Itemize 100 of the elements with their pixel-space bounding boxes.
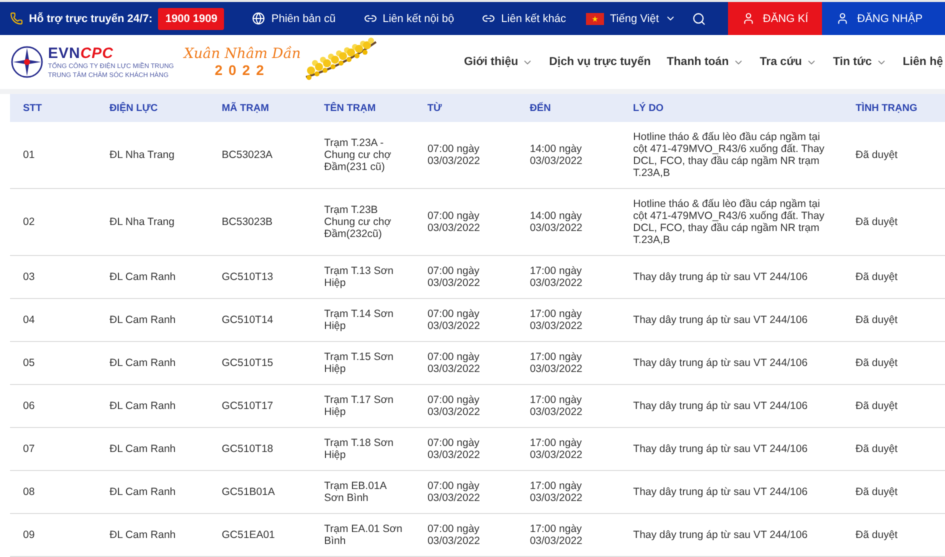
table-cell: 07:00 ngày 03/03/2022: [427, 265, 480, 289]
column-header: ĐIỆN LỰC: [109, 102, 158, 114]
column-header: LÝ DO: [633, 102, 664, 114]
top-link[interactable]: Phiên bản cũ: [252, 12, 336, 25]
table-cell: Thay dây trung áp từ sau VT 244/106: [633, 357, 808, 369]
table-cell: Thay dây trung áp từ sau VT 244/106: [633, 400, 808, 412]
table-cell: Đã duyệt: [856, 216, 898, 228]
table-cell: 17:00 ngày 03/03/2022: [530, 265, 582, 289]
column-header: TÊN TRẠM: [324, 102, 376, 114]
brand-name: EVNCPC: [48, 44, 115, 62]
table-cell: Đã duyệt: [856, 149, 898, 161]
table-cell: Thay dây trung áp từ sau VT 244/106: [633, 271, 808, 283]
table-cell: 04: [23, 314, 35, 326]
table-cell: ĐL Nha Trang: [109, 216, 174, 228]
nav-item[interactable]: Giới thiệu: [464, 56, 534, 68]
table-cell: 17:00 ngày 03/03/2022: [530, 351, 582, 375]
year-text: 2022: [214, 62, 270, 78]
table-cell: Thay dây trung áp từ sau VT 244/106: [633, 486, 808, 498]
table-cell: Đã duyệt: [856, 357, 898, 369]
table-cell: GC510T18: [222, 443, 274, 455]
nav-item[interactable]: Tin tức: [832, 56, 887, 68]
table-cell: Trạm T.17 Sơn Hiệp: [324, 394, 394, 418]
table-cell: ĐL Cam Ranh: [109, 400, 176, 412]
phone-icon: [10, 12, 23, 25]
globe-icon: [252, 12, 266, 25]
table-cell: 07:00 ngày 03/03/2022: [427, 523, 480, 547]
column-header: TÌNH TRẠNG: [856, 102, 918, 114]
column-header: TỪ: [427, 102, 442, 114]
table-cell: 07: [23, 443, 35, 455]
flag-icon: [586, 12, 604, 24]
table-cell: Đã duyệt: [856, 400, 898, 412]
top-link[interactable]: Liên kết nội bộ: [364, 12, 454, 25]
table-cell: 17:00 ngày 03/03/2022: [530, 437, 582, 461]
table-cell: GC510T13: [222, 271, 274, 283]
table-cell: 07:00 ngày 03/03/2022: [427, 351, 480, 375]
table-cell: GC51EA01: [222, 529, 275, 541]
logo-icon: [10, 45, 44, 80]
table-cell: 17:00 ngày 03/03/2022: [530, 480, 582, 504]
table-cell: Trạm T.14 Sơn Hiệp: [324, 308, 394, 332]
language-selector[interactable]: Tiếng Việt: [586, 12, 676, 24]
table-cell: Đã duyệt: [856, 529, 898, 541]
nav-item[interactable]: Liên hệ: [902, 56, 943, 68]
table-cell: 01: [23, 149, 35, 161]
table-cell: 07:00 ngày 03/03/2022: [427, 143, 480, 167]
table-cell: Thay dây trung áp từ sau VT 244/106: [633, 529, 808, 541]
hotline-number[interactable]: 1900 1909: [158, 8, 224, 30]
hotline-label: Hỗ trợ trực truyến 24/7:: [29, 12, 152, 24]
table-cell: Hotline tháo & đấu lèo đầu cáp ngầm tại cột 471-479MVO_R43/6 xuống đất. Thay DCL, FCO, thay đầu cáp ngầm NR trạm T.23A,B: [633, 131, 824, 179]
table-cell: Đã duyệt: [856, 314, 898, 326]
table-cell: 14:00 ngày 03/03/2022: [530, 210, 582, 234]
table-cell: 07:00 ngày 03/03/2022: [427, 394, 480, 418]
table-cell: Hotline tháo & đấu lèo đầu cáp ngầm tại cột 471-479MVO_R43/6 xuống đất. Thay DCL, FCO, thay đầu cáp ngầm NR trạm T.23A,B: [633, 198, 824, 246]
table-cell: 17:00 ngày 03/03/2022: [530, 308, 582, 332]
table-cell: Trạm T.23A - Chung cư chợ Đầm(231 cũ): [324, 137, 392, 173]
table-cell: ĐL Cam Ranh: [109, 314, 176, 326]
column-header: STT: [23, 102, 42, 114]
table-cell: 14:00 ngày 03/03/2022: [530, 143, 582, 167]
nav-item[interactable]: Thanh toán: [666, 56, 744, 68]
table-cell: BC53023B: [222, 216, 273, 228]
table-cell: 17:00 ngày 03/03/2022: [530, 394, 582, 418]
table-cell: ĐL Cam Ranh: [109, 486, 176, 498]
table-cell: GC510T17: [222, 400, 274, 412]
table-cell: ĐL Cam Ranh: [109, 443, 176, 455]
login-button[interactable]: ĐĂNG NHẬP: [822, 2, 945, 35]
table-cell: Trạm T.15 Sơn Hiệp: [324, 351, 394, 375]
nav-item[interactable]: Dịch vụ trực tuyến: [549, 56, 651, 68]
table-cell: GC510T15: [222, 357, 274, 369]
table-cell: Trạm EA.01 Sơn Bình: [324, 523, 402, 547]
table-cell: Đã duyệt: [856, 486, 898, 498]
search-icon[interactable]: [692, 12, 706, 26]
register-button[interactable]: ĐĂNG KÍ: [728, 2, 822, 35]
table-cell: Thay dây trung áp từ sau VT 244/106: [633, 443, 808, 455]
table-cell: Trạm EB.01A Sơn Bình: [324, 480, 386, 504]
table-cell: Trạm T.13 Sơn Hiệp: [324, 265, 394, 289]
top-link[interactable]: Liên kết khác: [482, 12, 566, 25]
table-cell: Đã duyệt: [856, 443, 898, 455]
table-cell: ĐL Cam Ranh: [109, 271, 176, 283]
table-cell: 07:00 ngày 03/03/2022: [427, 210, 480, 234]
user-icon: [836, 12, 850, 25]
table-cell: BC53023A: [222, 149, 273, 161]
table-cell: 07:00 ngày 03/03/2022: [427, 437, 480, 461]
column-header: MÃ TRẠM: [222, 102, 269, 114]
table-cell: 06: [23, 400, 35, 412]
table-cell: Trạm T.23B Chung cư chợ Đầm(232cũ): [324, 204, 392, 240]
table-cell: Trạm T.18 Sơn Hiệp: [324, 437, 394, 461]
greeting-text: Xuân Nhâm Dần: [184, 46, 301, 62]
table-cell: 17:00 ngày 03/03/2022: [530, 523, 582, 547]
user-icon: [742, 12, 755, 25]
table-cell: 08: [23, 486, 35, 498]
table-cell: ĐL Cam Ranh: [109, 529, 176, 541]
table-cell: ĐL Cam Ranh: [109, 357, 176, 369]
table-cell: ĐL Nha Trang: [109, 149, 174, 161]
table-cell: Thay dây trung áp từ sau VT 244/106: [633, 314, 808, 326]
table-cell: 07:00 ngày 03/03/2022: [427, 480, 480, 504]
column-header: ĐẾN: [530, 102, 551, 114]
nav-item[interactable]: Tra cứu: [760, 56, 817, 68]
table-cell: Đã duyệt: [856, 271, 898, 283]
table-cell: 07:00 ngày 03/03/2022: [427, 308, 480, 332]
table-cell: GC510T14: [222, 314, 274, 326]
table-cell: 02: [23, 216, 35, 228]
